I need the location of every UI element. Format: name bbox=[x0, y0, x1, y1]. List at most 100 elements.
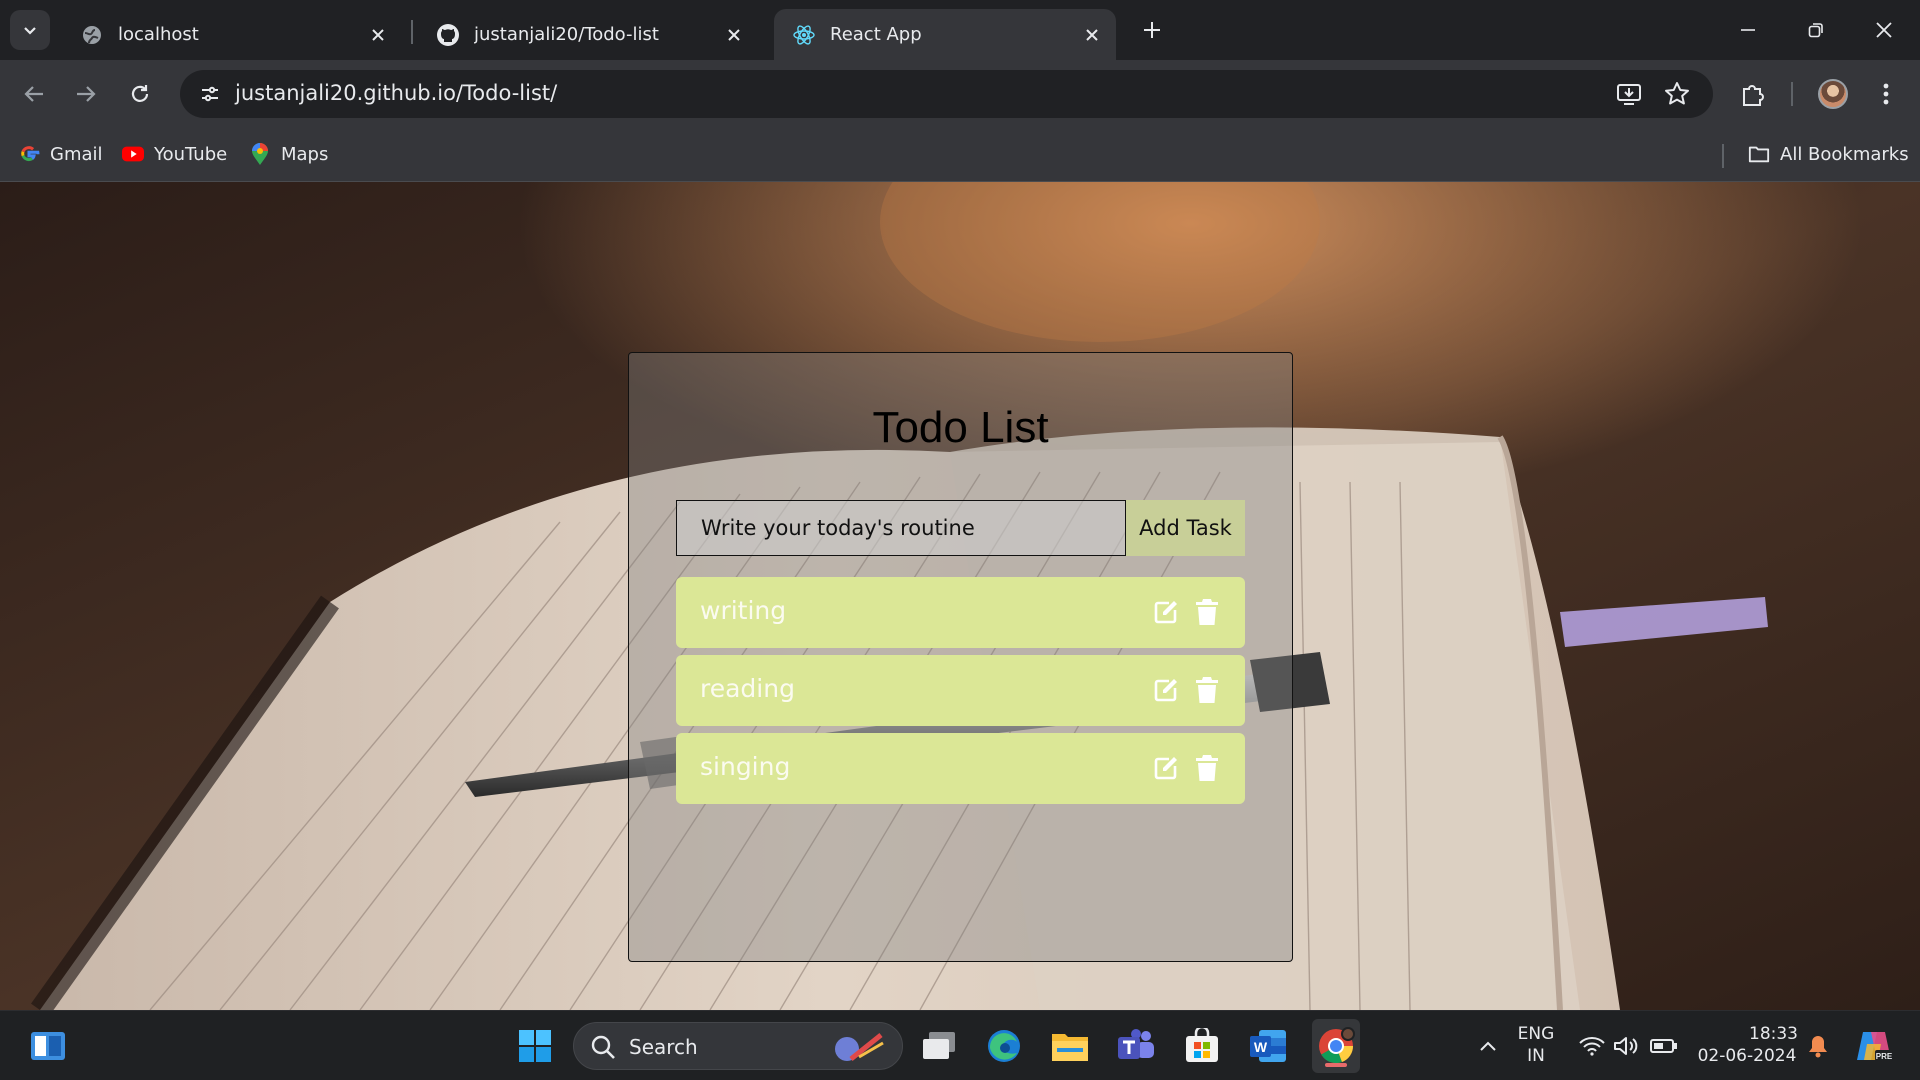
profile-button[interactable] bbox=[1813, 74, 1853, 114]
windows-taskbar: Search W ENG IN 18:33 02-06-2024 PRE bbox=[0, 1010, 1920, 1080]
edit-icon[interactable] bbox=[1153, 599, 1179, 625]
task-input[interactable] bbox=[676, 500, 1126, 556]
tab-localhost[interactable]: localhost bbox=[62, 9, 402, 60]
language-line2: IN bbox=[1527, 1046, 1545, 1066]
task-view-button[interactable] bbox=[917, 1024, 961, 1068]
bookmark-gmail[interactable]: Gmail bbox=[18, 140, 103, 168]
todo-item: reading bbox=[676, 655, 1245, 726]
wifi-icon bbox=[1579, 1037, 1605, 1056]
restore-icon bbox=[1808, 23, 1823, 38]
close-icon[interactable] bbox=[1078, 21, 1106, 49]
bookmark-maps[interactable]: Maps bbox=[249, 140, 328, 168]
task-view-icon bbox=[923, 1032, 955, 1059]
edge-icon bbox=[988, 1030, 1020, 1062]
tab-separator bbox=[411, 20, 413, 44]
close-icon[interactable] bbox=[720, 21, 748, 49]
extensions-button[interactable] bbox=[1733, 74, 1773, 114]
site-info-icon[interactable] bbox=[192, 76, 228, 112]
puzzle-icon bbox=[1743, 85, 1764, 106]
menu-button[interactable] bbox=[1866, 74, 1906, 114]
reload-button[interactable] bbox=[120, 74, 160, 114]
folder-icon bbox=[1052, 1034, 1088, 1061]
battery-button[interactable] bbox=[1642, 1024, 1686, 1068]
todo-card: Todo List Add Task writing reading singi… bbox=[628, 352, 1293, 962]
trash-icon[interactable] bbox=[1195, 754, 1219, 782]
more-vertical-icon bbox=[1883, 83, 1889, 105]
teams-icon bbox=[1118, 1029, 1154, 1059]
widgets-button[interactable] bbox=[26, 1024, 70, 1068]
trash-icon[interactable] bbox=[1195, 598, 1219, 626]
chevron-down-icon bbox=[24, 27, 36, 35]
todo-text: writing bbox=[700, 596, 787, 625]
react-icon bbox=[792, 23, 816, 47]
close-icon[interactable] bbox=[364, 21, 392, 49]
edit-icon[interactable] bbox=[1153, 755, 1179, 781]
avatar bbox=[1818, 79, 1848, 109]
notifications-button[interactable] bbox=[1796, 1024, 1840, 1068]
language-indicator[interactable]: ENG IN bbox=[1512, 1023, 1560, 1067]
tab-react-app[interactable]: React App bbox=[774, 9, 1116, 60]
address-bar[interactable]: justanjali20.github.io/Todo-list/ bbox=[180, 70, 1713, 118]
search-icon bbox=[591, 1035, 615, 1059]
clock-time: 18:33 bbox=[1749, 1024, 1798, 1044]
browser-toolbar: justanjali20.github.io/Todo-list/ bbox=[0, 60, 1920, 128]
trash-icon[interactable] bbox=[1195, 676, 1219, 704]
bookmark-youtube[interactable]: YouTube bbox=[122, 140, 227, 168]
all-bookmarks-button[interactable]: All Bookmarks bbox=[1748, 140, 1909, 168]
install-app-icon[interactable] bbox=[1611, 76, 1647, 112]
bookmark-star-icon[interactable] bbox=[1659, 76, 1695, 112]
word-button[interactable]: W bbox=[1246, 1024, 1290, 1068]
restore-button[interactable] bbox=[1788, 8, 1844, 52]
clock-date: 02-06-2024 bbox=[1697, 1046, 1797, 1066]
edge-button[interactable] bbox=[982, 1024, 1026, 1068]
active-app-indicator bbox=[1325, 1063, 1347, 1067]
tab-title: localhost bbox=[118, 24, 199, 45]
battery-icon bbox=[1650, 1039, 1677, 1053]
widgets-icon bbox=[31, 1032, 65, 1060]
teams-button[interactable] bbox=[1114, 1024, 1158, 1068]
minimize-button[interactable] bbox=[1720, 8, 1776, 52]
todo-item: singing bbox=[676, 733, 1245, 804]
bell-icon bbox=[1809, 1036, 1827, 1058]
arrow-right-icon bbox=[77, 86, 96, 102]
youtube-icon bbox=[122, 143, 144, 165]
copilot-icon: PRE bbox=[1857, 1032, 1893, 1061]
reload-icon bbox=[131, 85, 149, 102]
tab-search-button[interactable] bbox=[10, 10, 50, 50]
page-title: Todo List bbox=[872, 403, 1049, 452]
file-explorer-button[interactable] bbox=[1048, 1024, 1092, 1068]
bookmarks-bar: Gmail YouTube Maps All Bookmarks bbox=[0, 128, 1920, 182]
start-button[interactable] bbox=[513, 1024, 557, 1068]
bookmark-label: YouTube bbox=[154, 143, 228, 165]
todo-text: singing bbox=[700, 752, 791, 781]
store-icon bbox=[1186, 1028, 1218, 1062]
url-text[interactable]: justanjali20.github.io/Todo-list/ bbox=[235, 81, 557, 105]
toolbar-separator bbox=[1791, 82, 1793, 106]
bookmarks-separator bbox=[1722, 144, 1724, 168]
github-icon bbox=[436, 23, 460, 47]
search-highlight-icon bbox=[835, 1033, 884, 1061]
tab-title: React App bbox=[830, 24, 922, 45]
search-label: Search bbox=[629, 1035, 698, 1059]
bookmark-label: Gmail bbox=[50, 143, 103, 165]
back-button[interactable] bbox=[14, 74, 54, 114]
forward-button[interactable] bbox=[66, 74, 106, 114]
svg-text:W: W bbox=[1254, 1039, 1268, 1055]
taskbar-search[interactable]: Search bbox=[573, 1022, 903, 1070]
svg-text:PRE: PRE bbox=[1876, 1052, 1893, 1061]
language-line1: ENG bbox=[1517, 1024, 1555, 1044]
globe-icon bbox=[80, 23, 104, 47]
copilot-button[interactable]: PRE bbox=[1852, 1024, 1896, 1068]
windows-icon bbox=[519, 1030, 551, 1062]
todo-item: writing bbox=[676, 577, 1245, 648]
clock[interactable]: 18:33 02-06-2024 bbox=[1696, 1023, 1798, 1067]
tab-github[interactable]: justanjali20/Todo-list bbox=[418, 9, 758, 60]
chevron-up-icon bbox=[1480, 1041, 1496, 1051]
add-task-button[interactable]: Add Task bbox=[1126, 500, 1245, 556]
close-window-button[interactable] bbox=[1856, 8, 1912, 52]
edit-icon[interactable] bbox=[1153, 677, 1179, 703]
show-hidden-icons-button[interactable] bbox=[1466, 1024, 1510, 1068]
new-tab-button[interactable] bbox=[1134, 12, 1170, 48]
plus-icon bbox=[1144, 22, 1160, 38]
microsoft-store-button[interactable] bbox=[1180, 1024, 1224, 1068]
